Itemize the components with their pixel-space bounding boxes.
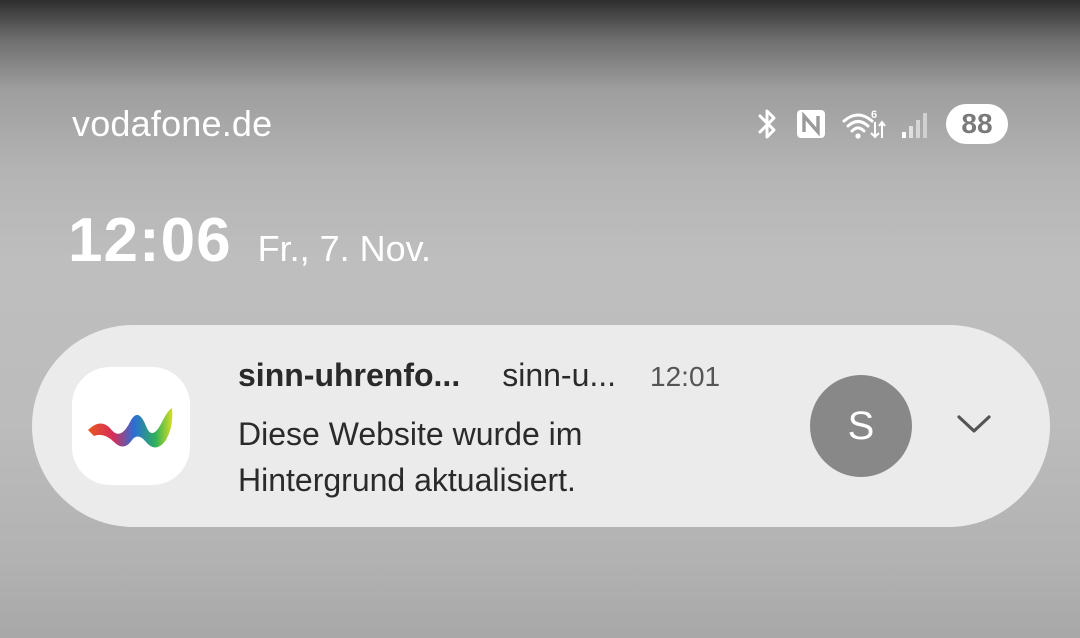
app-logo-icon	[72, 367, 190, 485]
notification-time: 12:01	[650, 361, 721, 392]
carrier-name: vodafone.de	[72, 103, 273, 144]
battery-icon: 88	[946, 104, 1008, 144]
sender-avatar: S	[810, 375, 912, 477]
clock-time: 12:06	[68, 206, 232, 275]
wifi-6-icon: 6	[842, 107, 886, 141]
clock-date: Fr., 7. Nov.	[257, 228, 431, 269]
status-bar: vodafone.de 6 88	[0, 0, 1080, 160]
lockscreen-clock: 12:06 Fr., 7. Nov.	[68, 205, 431, 276]
status-icons: 6 88	[756, 102, 1008, 146]
svg-text:6: 6	[871, 109, 877, 121]
notification-card[interactable]: sinn-uhrenfo... sinn-u... 12:01 Diese We…	[32, 325, 1050, 527]
notification-header: sinn-uhrenfo... sinn-u... 12:01	[238, 357, 720, 394]
bluetooth-icon	[756, 107, 780, 141]
expand-button[interactable]	[952, 409, 996, 443]
chevron-down-icon	[956, 413, 992, 440]
notification-message: Diese Website wurde im Hintergrund aktua…	[238, 416, 583, 498]
nfc-icon	[794, 107, 828, 141]
cellular-signal-icon	[900, 107, 930, 141]
avatar-letter: S	[847, 403, 875, 448]
notification-sub-name: sinn-u...	[502, 357, 617, 393]
notification-app-name: sinn-uhrenfo...	[238, 357, 461, 393]
